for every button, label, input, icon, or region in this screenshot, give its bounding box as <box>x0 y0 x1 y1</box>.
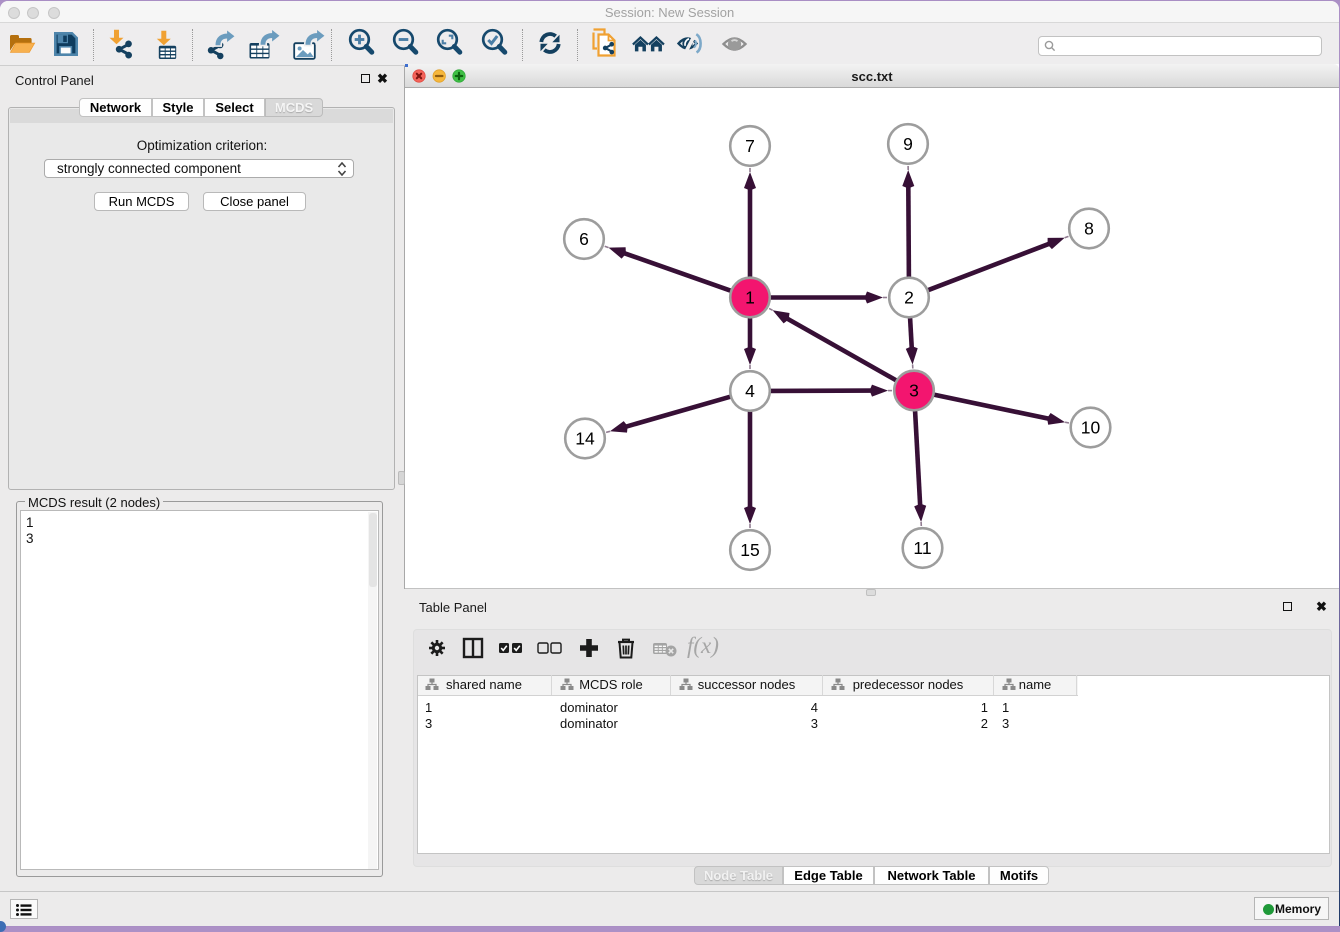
svg-text:7: 7 <box>745 136 755 156</box>
svg-text:3: 3 <box>909 381 919 401</box>
svg-text:2: 2 <box>904 288 914 308</box>
svg-text:6: 6 <box>579 229 589 249</box>
svg-text:1: 1 <box>745 288 755 308</box>
svg-text:11: 11 <box>913 538 931 558</box>
svg-text:15: 15 <box>740 540 759 560</box>
svg-text:10: 10 <box>1081 418 1101 438</box>
svg-text:8: 8 <box>1084 219 1094 239</box>
svg-text:14: 14 <box>575 429 595 449</box>
svg-text:4: 4 <box>745 381 755 401</box>
svg-text:9: 9 <box>903 134 913 154</box>
